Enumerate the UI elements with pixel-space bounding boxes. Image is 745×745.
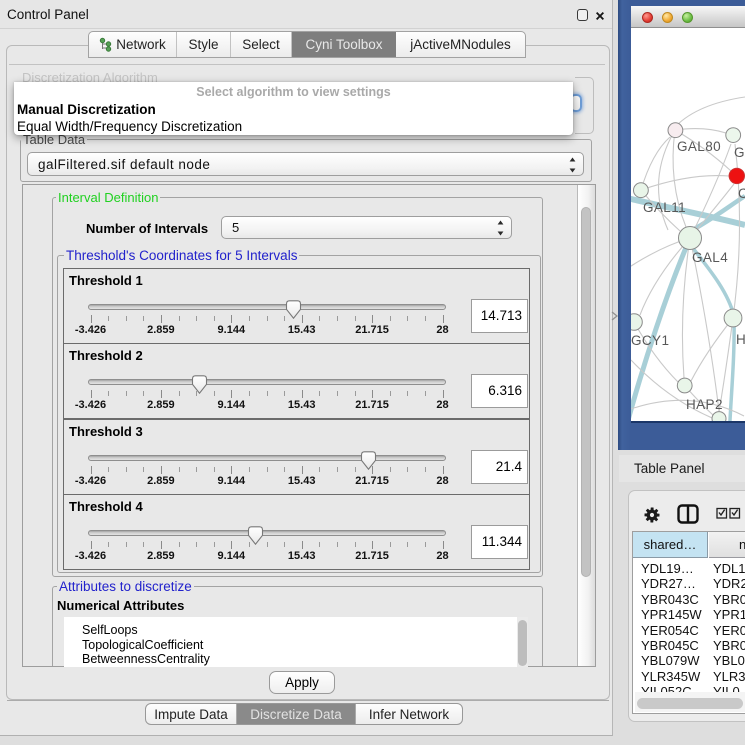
svg-text:H: H [736,332,745,347]
svg-text:C: C [738,186,745,201]
svg-text:GAL80: GAL80 [677,139,721,154]
svg-text:GAL4: GAL4 [692,250,728,265]
svg-text:HAP2: HAP2 [686,397,723,412]
svg-text:GA: GA [734,145,745,160]
svg-text:GAL11: GAL11 [643,200,686,215]
svg-text:GCY1: GCY1 [631,333,669,348]
